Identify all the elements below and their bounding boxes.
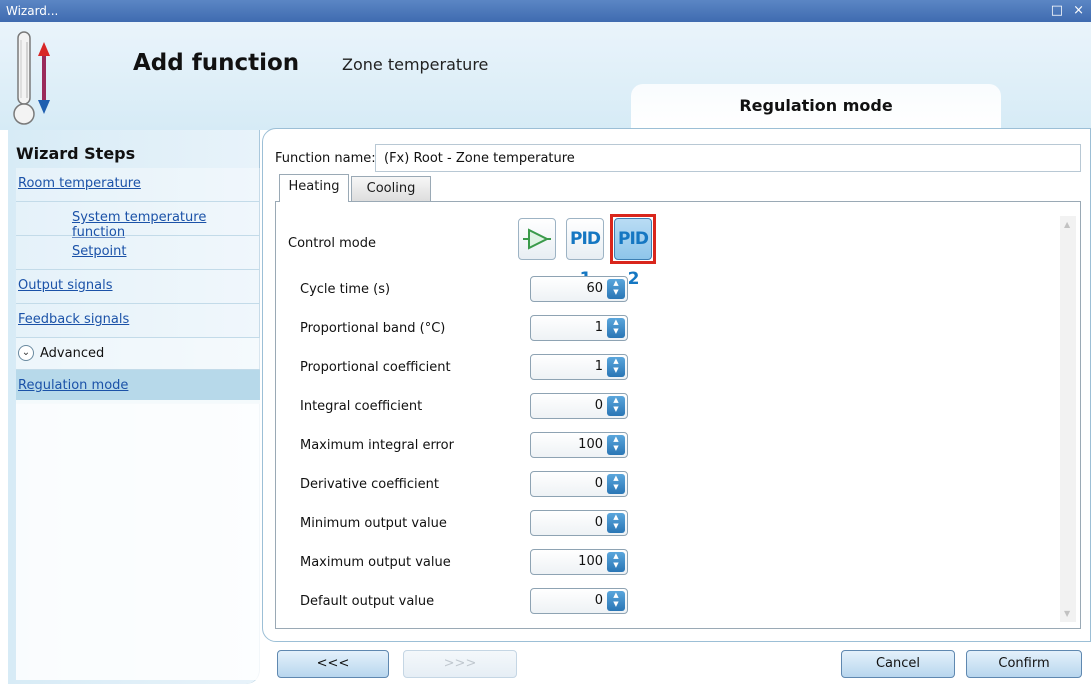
advanced-label: Advanced bbox=[40, 346, 105, 361]
function-name-input[interactable] bbox=[375, 144, 1081, 172]
stepper-value[interactable]: 1 bbox=[595, 359, 603, 374]
stepper-arrows-icon[interactable]: ▲ ▼ bbox=[607, 552, 625, 572]
chevron-down-icon[interactable]: ⌄ bbox=[18, 345, 34, 361]
thermometer-arrows-icon bbox=[13, 31, 50, 125]
window-controls[interactable]: □ × bbox=[1051, 3, 1087, 18]
param-label: Minimum output value bbox=[300, 516, 447, 531]
param-label: Cycle time (s) bbox=[300, 282, 391, 297]
sidebar-item-regulation-mode[interactable]: Regulation mode bbox=[16, 370, 260, 404]
param-row-cycle-time: Cycle time (s) 60 ▲ ▼ bbox=[300, 276, 630, 304]
sidebar-item-setpoint[interactable]: Setpoint bbox=[16, 236, 260, 270]
sidebar-item-output-signals[interactable]: Output signals bbox=[16, 270, 260, 304]
sidebar-empty-area bbox=[16, 400, 260, 680]
tab-cooling[interactable]: Cooling bbox=[351, 176, 431, 202]
sidebar-item-label[interactable]: Regulation mode bbox=[18, 378, 128, 393]
param-row-maximum-output-value: Maximum output value 100 ▲ ▼ bbox=[300, 549, 630, 577]
vertical-scrollbar[interactable]: ▲ ▼ bbox=[1060, 216, 1076, 622]
wizard-steps-title: Wizard Steps bbox=[16, 144, 136, 163]
selection-highlight bbox=[610, 214, 656, 264]
param-label: Default output value bbox=[300, 594, 435, 609]
stepper-arrows-icon[interactable]: ▲ ▼ bbox=[607, 279, 625, 299]
next-button[interactable]: >>> bbox=[403, 650, 517, 678]
param-label: Integral coefficient bbox=[300, 399, 423, 414]
advanced-expander[interactable]: ⌄ Advanced bbox=[16, 338, 260, 370]
page-subtitle: Zone temperature bbox=[342, 55, 489, 74]
param-row-integral-coefficient: Integral coefficient 0 ▲ ▼ bbox=[300, 393, 630, 421]
stepper-arrows-icon[interactable]: ▲ ▼ bbox=[607, 318, 625, 338]
pid1-mode-button[interactable]: PID 1 bbox=[566, 218, 604, 289]
integral-coefficient-stepper[interactable]: 0 ▲ ▼ bbox=[530, 393, 628, 419]
sidebar-item-feedback-signals[interactable]: Feedback signals bbox=[16, 304, 260, 338]
param-label: Proportional coefficient bbox=[300, 360, 451, 375]
stepper-arrows-icon[interactable]: ▲ ▼ bbox=[607, 474, 625, 494]
stepper-arrows-icon[interactable]: ▲ ▼ bbox=[607, 435, 625, 455]
cycle-time-stepper[interactable]: 60 ▲ ▼ bbox=[530, 276, 628, 302]
default-output-value-stepper[interactable]: 0 ▲ ▼ bbox=[530, 588, 628, 614]
param-label: Proportional band (°C) bbox=[300, 321, 446, 336]
back-button[interactable]: <<< bbox=[277, 650, 389, 678]
maximum-integral-error-stepper[interactable]: 100 ▲ ▼ bbox=[530, 432, 628, 458]
sidebar-item-label[interactable]: Setpoint bbox=[72, 244, 127, 259]
param-label: Maximum output value bbox=[300, 555, 451, 570]
param-label: Derivative coefficient bbox=[300, 477, 439, 492]
param-row-proportional-band: Proportional band (°C) 1 ▲ ▼ bbox=[300, 315, 630, 343]
stepper-value[interactable]: 0 bbox=[595, 476, 603, 491]
param-row-derivative-coefficient: Derivative coefficient 0 ▲ ▼ bbox=[300, 471, 630, 499]
param-row-maximum-integral-error: Maximum integral error 100 ▲ ▼ bbox=[300, 432, 630, 460]
on-off-mode-button[interactable] bbox=[518, 218, 556, 260]
function-name-label: Function name: bbox=[275, 151, 376, 166]
current-step-tab: Regulation mode bbox=[631, 84, 1001, 130]
current-step-title: Regulation mode bbox=[739, 96, 893, 115]
sidebar-item-label[interactable]: Room temperature bbox=[18, 176, 141, 191]
stepper-arrows-icon[interactable]: ▲ ▼ bbox=[607, 513, 625, 533]
sidebar-item-system-temperature-function[interactable]: System temperature function bbox=[16, 202, 260, 240]
proportional-coefficient-stepper[interactable]: 1 ▲ ▼ bbox=[530, 354, 628, 380]
wizard-header: Add function Zone temperature Regulation… bbox=[0, 22, 1091, 130]
stepper-value[interactable]: 1 bbox=[595, 320, 603, 335]
wizard-steps-sidebar: Wizard Steps Room temperature System tem… bbox=[8, 130, 260, 684]
window-title: Wizard... bbox=[6, 4, 59, 18]
heating-tab-content: Control mode PID 1 PID 2 Cycle time (s) … bbox=[275, 201, 1081, 629]
maximum-output-value-stepper[interactable]: 100 ▲ ▼ bbox=[530, 549, 628, 575]
param-row-default-output-value: Default output value 0 ▲ ▼ bbox=[300, 588, 630, 616]
proportional-band-stepper[interactable]: 1 ▲ ▼ bbox=[530, 315, 628, 341]
stepper-value[interactable]: 0 bbox=[595, 593, 603, 608]
window-titlebar: Wizard... □ × bbox=[0, 0, 1091, 22]
scroll-up-icon[interactable]: ▲ bbox=[1064, 220, 1070, 229]
param-row-minimum-output-value: Minimum output value 0 ▲ ▼ bbox=[300, 510, 630, 538]
tab-heating[interactable]: Heating bbox=[279, 174, 349, 202]
cancel-button[interactable]: Cancel bbox=[841, 650, 955, 678]
stepper-value[interactable]: 100 bbox=[578, 437, 603, 452]
derivative-coefficient-stepper[interactable]: 0 ▲ ▼ bbox=[530, 471, 628, 497]
param-label: Maximum integral error bbox=[300, 438, 454, 453]
stepper-value[interactable]: 60 bbox=[586, 281, 603, 296]
stepper-arrows-icon[interactable]: ▲ ▼ bbox=[607, 591, 625, 611]
confirm-button[interactable]: Confirm bbox=[966, 650, 1082, 678]
sidebar-item-label[interactable]: Output signals bbox=[18, 278, 113, 293]
param-row-proportional-coefficient: Proportional coefficient 1 ▲ ▼ bbox=[300, 354, 630, 382]
stepper-value[interactable]: 100 bbox=[578, 554, 603, 569]
stepper-value[interactable]: 0 bbox=[595, 515, 603, 530]
stepper-arrows-icon[interactable]: ▲ ▼ bbox=[607, 396, 625, 416]
page-title: Add function bbox=[133, 50, 300, 76]
sidebar-item-room-temperature[interactable]: Room temperature bbox=[16, 168, 260, 202]
regulation-mode-panel: Function name: Heating Cooling Control m… bbox=[262, 128, 1091, 642]
scroll-down-icon[interactable]: ▼ bbox=[1064, 609, 1070, 618]
minimum-output-value-stepper[interactable]: 0 ▲ ▼ bbox=[530, 510, 628, 536]
sidebar-item-label[interactable]: Feedback signals bbox=[18, 312, 129, 327]
on-off-icon bbox=[523, 228, 551, 250]
stepper-value[interactable]: 0 bbox=[595, 398, 603, 413]
control-mode-label: Control mode bbox=[288, 236, 376, 251]
stepper-arrows-icon[interactable]: ▲ ▼ bbox=[607, 357, 625, 377]
